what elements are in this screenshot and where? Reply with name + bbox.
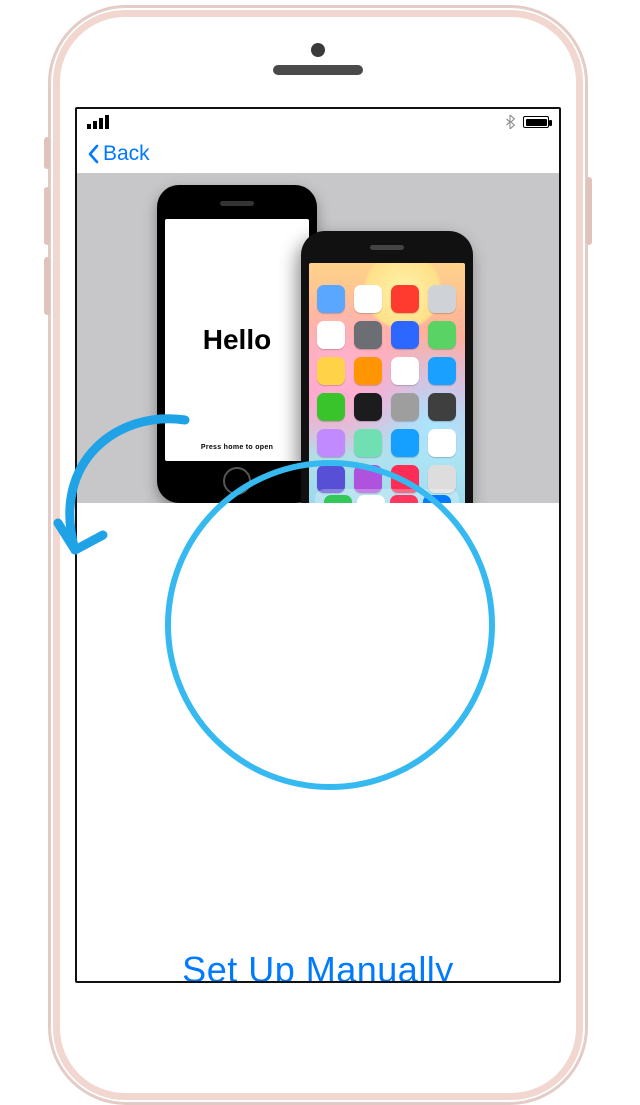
home-screen-app-icon xyxy=(428,429,456,457)
front-sensor xyxy=(311,43,325,57)
home-screen-app-icon xyxy=(354,393,382,421)
dock-app-icon xyxy=(390,495,418,503)
home-screen-app-icon xyxy=(391,357,419,385)
battery-icon xyxy=(523,116,549,128)
home-screen-app-icon xyxy=(354,321,382,349)
home-screen-app-icon xyxy=(428,357,456,385)
hero-image-area: Hello Press home to open xyxy=(77,173,559,503)
home-screen-app-icon xyxy=(317,285,345,313)
home-screen-app-icon xyxy=(391,393,419,421)
status-bar xyxy=(77,109,559,135)
dock-app-icon xyxy=(357,495,385,503)
home-screen-app-icon xyxy=(428,321,456,349)
home-screen-app-icon xyxy=(354,429,382,457)
home-screen-iphone-illustration xyxy=(301,231,473,503)
earpiece-speaker xyxy=(273,65,363,75)
power-button xyxy=(586,177,592,245)
home-screen-app-icon xyxy=(317,357,345,385)
hello-subtext: Press home to open xyxy=(201,444,273,451)
home-screen-app-icon xyxy=(428,393,456,421)
volume-down-button xyxy=(44,257,50,315)
bottom-panel: Set Up Manually xyxy=(77,503,559,981)
dock-app-icon xyxy=(423,495,451,503)
navigation-bar: Back xyxy=(77,135,559,173)
back-button[interactable]: Back xyxy=(85,142,150,166)
bluetooth-icon xyxy=(505,115,515,129)
mute-switch xyxy=(44,137,50,169)
back-label: Back xyxy=(103,142,150,166)
hello-text: Hello xyxy=(203,324,271,356)
iphone-device-frame: Back Hello Press home to open xyxy=(48,5,588,1105)
home-screen-app-icon xyxy=(354,357,382,385)
set-up-manually-link[interactable]: Set Up Manually xyxy=(182,949,454,983)
device-screen: Back Hello Press home to open xyxy=(75,107,561,983)
dock-app-icon xyxy=(324,495,352,503)
home-screen-app-icon xyxy=(428,285,456,313)
chevron-left-icon xyxy=(85,144,101,164)
home-screen-app-icon xyxy=(354,285,382,313)
volume-up-button xyxy=(44,187,50,245)
cellular-signal-icon xyxy=(87,115,109,129)
hello-iphone-illustration: Hello Press home to open xyxy=(157,185,317,503)
home-screen-app-icon xyxy=(391,285,419,313)
home-screen-app-icon xyxy=(317,429,345,457)
home-screen-app-icon xyxy=(391,429,419,457)
home-screen-app-icon xyxy=(317,393,345,421)
home-screen-app-icon xyxy=(317,321,345,349)
home-screen-app-icon xyxy=(391,321,419,349)
